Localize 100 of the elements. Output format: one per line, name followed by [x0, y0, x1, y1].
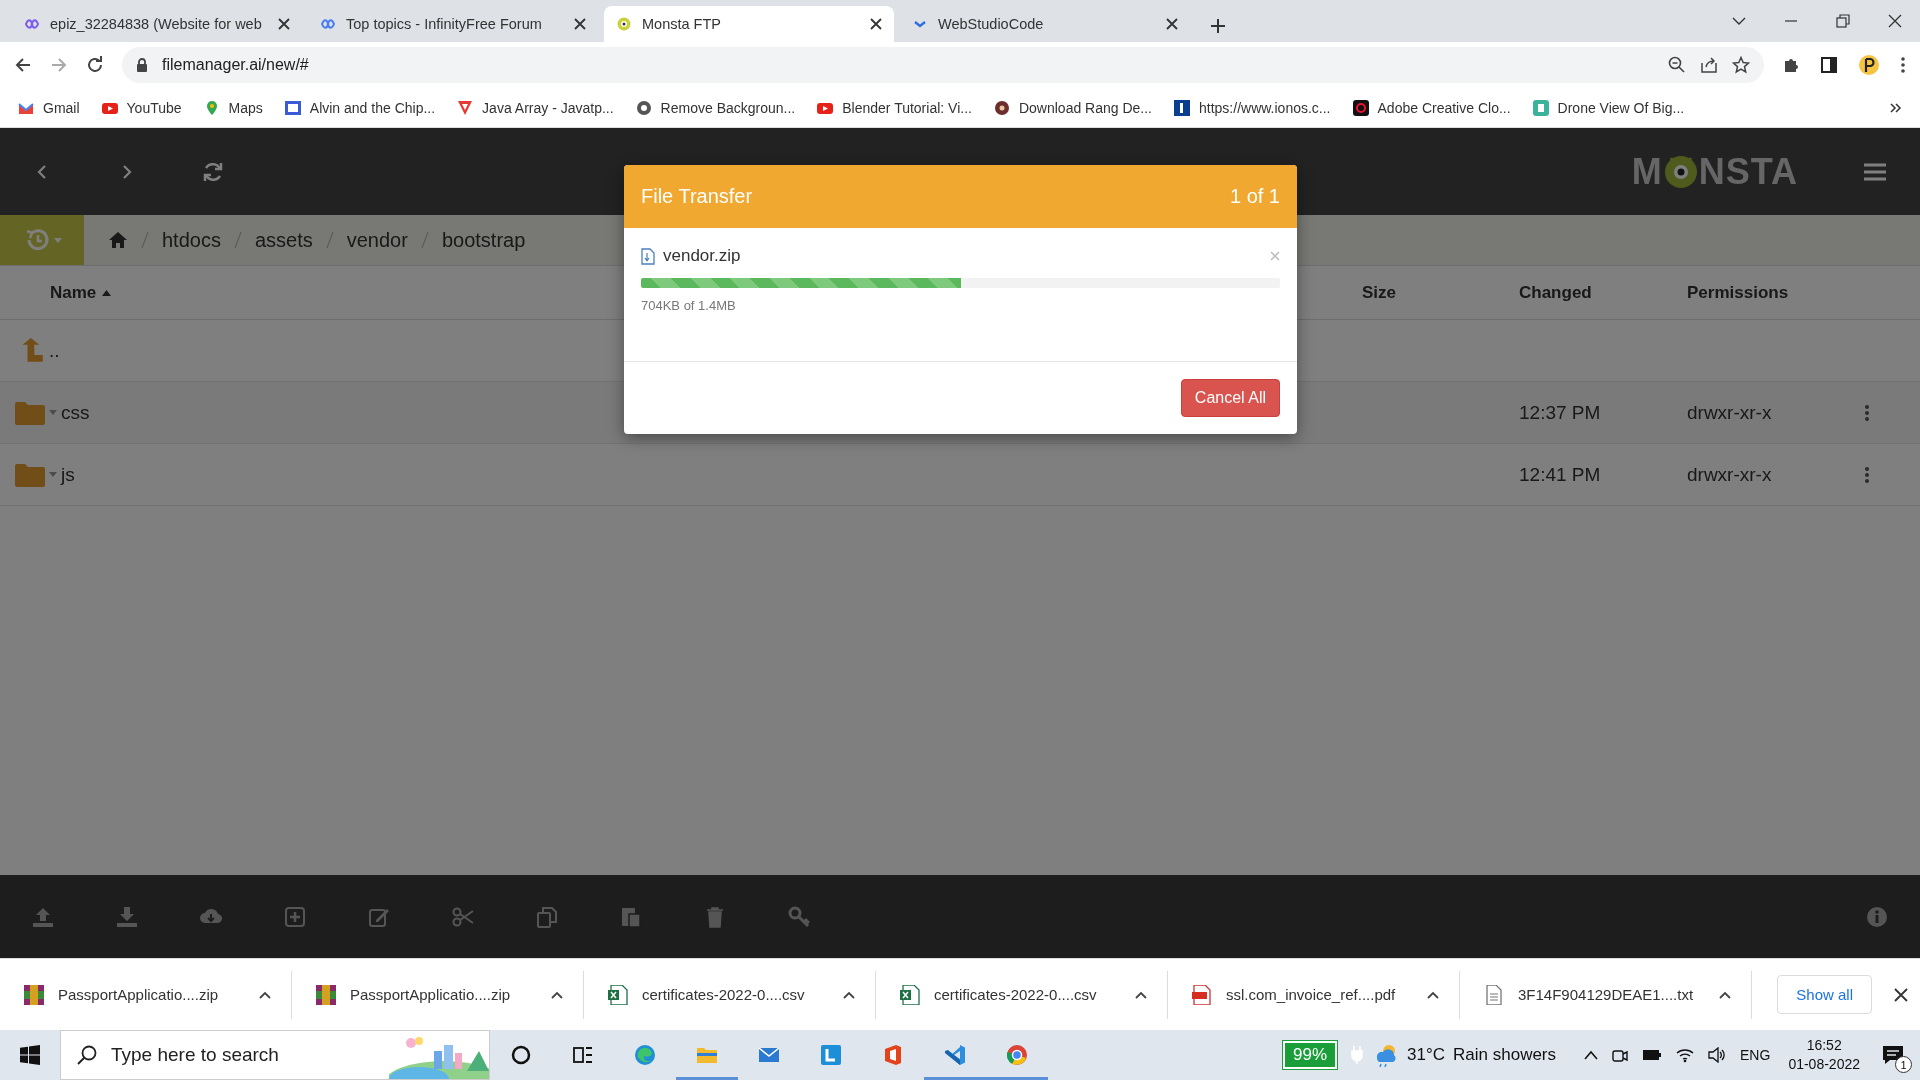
puzzle-icon[interactable]	[1782, 56, 1800, 74]
caret-icon[interactable]	[551, 990, 563, 999]
bookmark[interactable]: Java Array - Javatp...	[457, 99, 614, 116]
browser-tab[interactable]: Top topics - InfinityFree Forum	[308, 6, 598, 42]
office-icon[interactable]	[882, 1044, 904, 1066]
volume-icon[interactable]	[1708, 1047, 1727, 1063]
edge-icon[interactable]	[634, 1044, 656, 1066]
file-name[interactable]: js	[61, 463, 75, 486]
cancel-all-button[interactable]: Cancel All	[1180, 379, 1280, 417]
battery-icon[interactable]	[1642, 1049, 1663, 1061]
site-icon	[320, 16, 336, 32]
app-icon[interactable]	[820, 1044, 842, 1066]
windows-icon[interactable]	[20, 1045, 40, 1065]
more-bookmarks-icon[interactable]	[1890, 101, 1902, 114]
permissions: drwxr-xr-x	[1687, 463, 1773, 486]
profile-icon[interactable]	[1858, 54, 1880, 76]
site-icon	[993, 99, 1010, 116]
clock-date[interactable]: 01-08-2022	[1788, 1055, 1860, 1074]
site-icon	[457, 99, 474, 116]
browser-icon[interactable]	[1006, 1044, 1028, 1066]
bookmark[interactable]: Download Rang De...	[993, 99, 1152, 116]
browser-tab[interactable]: Monsta FTP	[604, 6, 894, 42]
kebab-menu-icon[interactable]	[1865, 466, 1869, 483]
caret-icon[interactable]	[1135, 990, 1147, 999]
breadcrumb-link[interactable]: vendor	[346, 228, 408, 252]
caret-icon[interactable]	[1719, 990, 1731, 999]
close-icon[interactable]	[278, 18, 290, 30]
file-icon	[24, 984, 44, 1005]
close-icon[interactable]	[1888, 14, 1902, 28]
download-item[interactable]: certificates-2022-0....csv	[584, 970, 876, 1019]
bookmark[interactable]: Drone View Of Big...	[1532, 99, 1685, 116]
bookmark[interactable]: Adobe Creative Clo...	[1352, 99, 1511, 116]
breadcrumb-link[interactable]: bootstrap	[441, 228, 526, 252]
chevron-up-icon[interactable]	[1584, 1050, 1599, 1060]
close-icon[interactable]	[1166, 18, 1178, 30]
close-icon[interactable]	[870, 18, 882, 30]
share-icon[interactable]	[1700, 56, 1718, 74]
slash-separator-icon	[324, 230, 335, 250]
bookmark[interactable]: Maps	[203, 99, 263, 116]
file-icon	[316, 984, 336, 1005]
lock-icon	[136, 58, 148, 72]
site-icon	[1352, 99, 1369, 116]
caret-icon[interactable]	[843, 990, 855, 999]
task-view-icon[interactable]	[572, 1044, 594, 1066]
cortana-icon[interactable]	[510, 1044, 532, 1066]
plug-icon	[1351, 1046, 1364, 1064]
wifi-icon[interactable]	[1676, 1047, 1695, 1063]
bookmark[interactable]: YouTube	[101, 99, 182, 116]
file-name[interactable]: ..	[49, 339, 60, 362]
download-item[interactable]: certificates-2022-0....csv	[876, 970, 1168, 1019]
bookmark[interactable]: https://www.ionos.c...	[1174, 99, 1331, 116]
download-item[interactable]: ssl.com_invoice_ref....pdf	[1168, 970, 1460, 1019]
bookmark[interactable]: Remove Backgroun...	[635, 99, 796, 116]
address-bar[interactable]: filemanager.ai/new/#	[122, 47, 1764, 83]
column-header[interactable]: Name	[50, 282, 97, 303]
breadcrumb-link[interactable]: assets	[254, 228, 313, 252]
search-field[interactable]: Type here to search	[109, 1043, 377, 1067]
site-icon	[24, 16, 40, 32]
breadcrumb-link[interactable]: htdocs	[162, 228, 221, 252]
file-icon	[900, 984, 920, 1005]
language-indicator[interactable]: ENG	[1740, 1047, 1771, 1063]
reload-icon[interactable]	[86, 56, 104, 74]
new-tab-icon[interactable]	[1210, 18, 1226, 34]
bookmark[interactable]: Gmail	[18, 99, 80, 116]
star-icon[interactable]	[1732, 56, 1750, 74]
restore-icon[interactable]	[1836, 14, 1850, 28]
refresh-icon[interactable]	[202, 160, 224, 183]
temperature: 31°C	[1407, 1045, 1446, 1065]
menu-icon[interactable]	[1900, 56, 1906, 74]
code-editor-icon[interactable]	[944, 1044, 966, 1066]
caret-icon[interactable]	[259, 990, 271, 999]
notification-badge: 1	[1895, 1056, 1912, 1073]
side-panel-icon[interactable]	[1820, 56, 1838, 74]
bookmark[interactable]: Blender Tutorial: Vi...	[817, 99, 972, 116]
browser-tab[interactable]: epiz_32284838 (Website for web	[12, 6, 302, 42]
column-header[interactable]: Changed	[1519, 282, 1687, 303]
kebab-menu-icon[interactable]	[1865, 404, 1869, 421]
close-icon[interactable]	[574, 18, 586, 30]
download-item[interactable]: PassportApplicatio....zip	[0, 970, 292, 1019]
site-icon	[1174, 99, 1190, 116]
zoom-icon[interactable]	[1668, 56, 1686, 74]
home-icon[interactable]	[108, 231, 128, 249]
meet-icon[interactable]	[1612, 1047, 1629, 1063]
file-name[interactable]: css	[61, 401, 90, 424]
show-all-button[interactable]: Show all	[1777, 975, 1872, 1014]
clock-time[interactable]: 16:52	[1806, 1036, 1842, 1055]
column-header[interactable]: Permissions	[1687, 282, 1865, 303]
column-header[interactable]: Size	[1362, 282, 1519, 303]
download-item[interactable]: PassportApplicatio....zip	[292, 970, 584, 1019]
download-item[interactable]: 3F14F904129DEAE1....txt	[1460, 970, 1752, 1019]
bookmark[interactable]: Alvin and the Chip...	[284, 99, 436, 116]
browser-tab[interactable]: WebStudioCode	[900, 6, 1190, 42]
dialog-title: File Transfer	[641, 185, 753, 208]
back-icon[interactable]	[14, 56, 32, 74]
battery-percentage: 99%	[1283, 1041, 1338, 1069]
menu-icon[interactable]	[1864, 162, 1886, 181]
caret-icon	[53, 237, 62, 243]
search-box[interactable]: Type here to search	[60, 1030, 490, 1080]
caret-icon[interactable]	[1427, 990, 1439, 999]
close-icon[interactable]	[1894, 987, 1908, 1002]
